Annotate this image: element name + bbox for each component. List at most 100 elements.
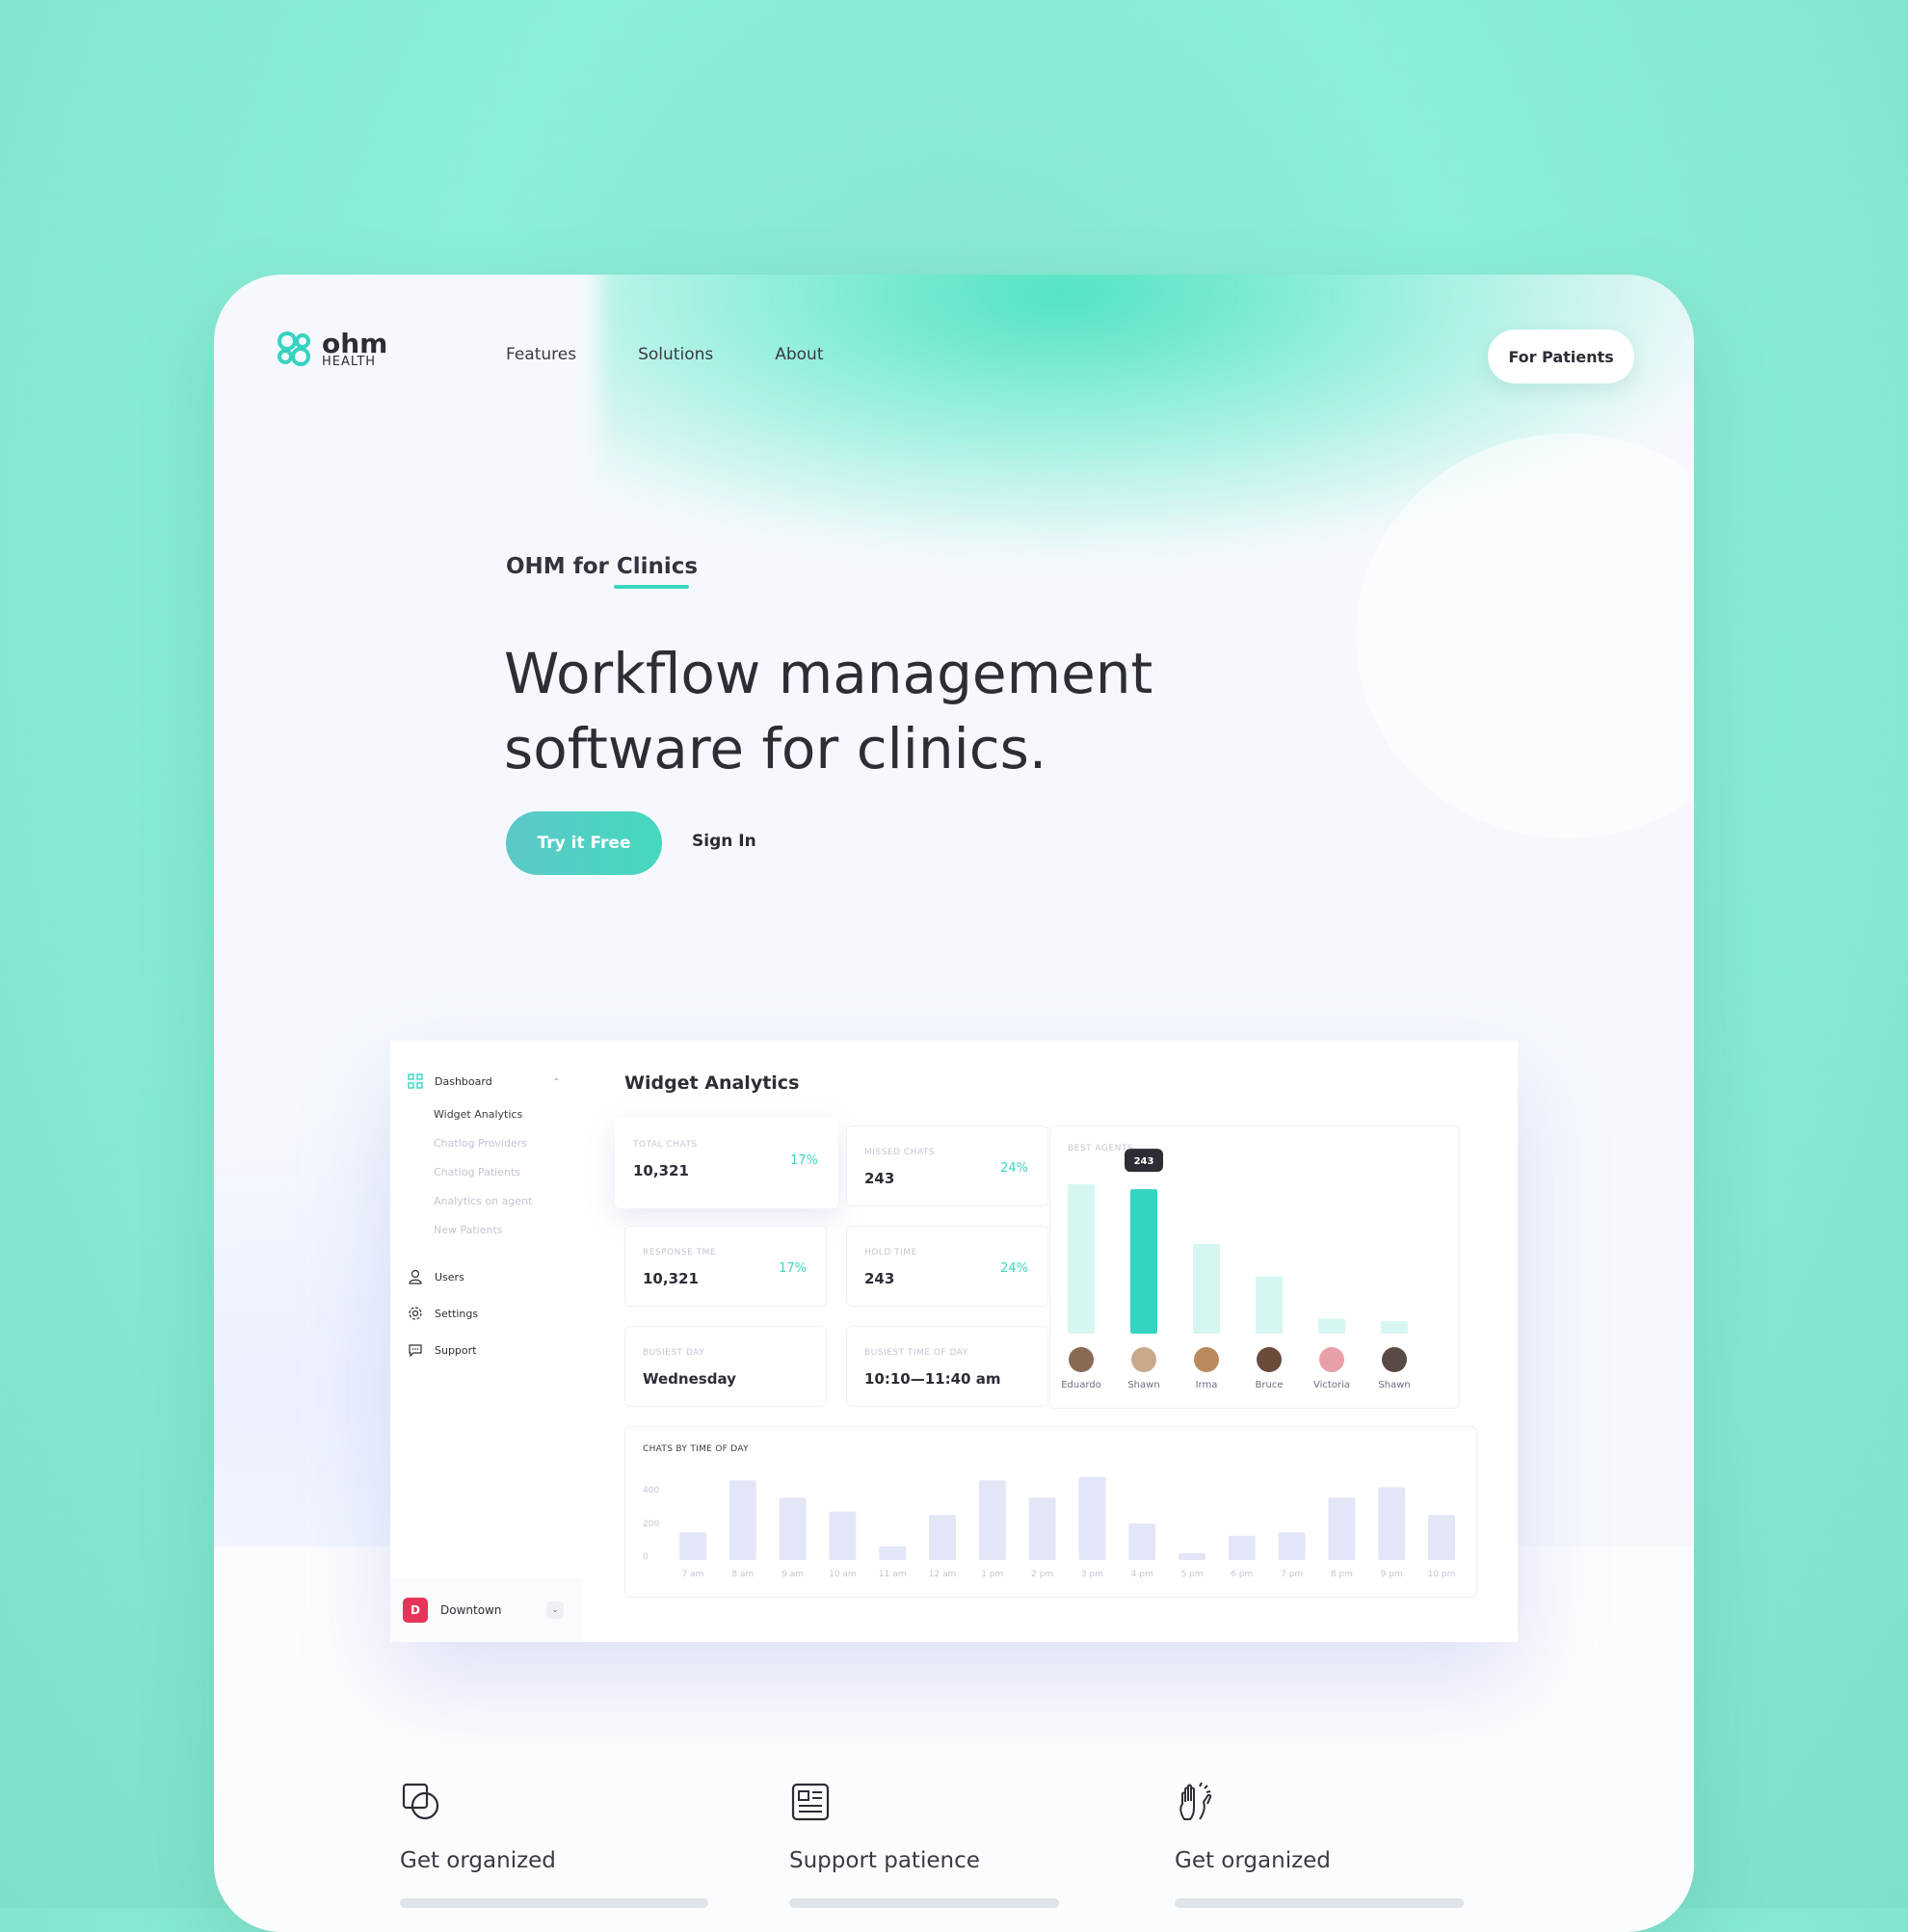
logo-name: ohm xyxy=(322,327,388,359)
sidebar-item-dashboard[interactable]: Dashboard xyxy=(408,1073,492,1089)
time-bar xyxy=(1179,1552,1206,1560)
agent-tooltip-value: 243 xyxy=(1134,1156,1154,1167)
stat-value: Wednesday xyxy=(643,1370,736,1388)
time-bar xyxy=(929,1515,956,1560)
agent-avatar xyxy=(1319,1347,1344,1372)
time-bar xyxy=(1128,1523,1156,1560)
sidebar-sub-widget-analytics[interactable]: Widget Analytics xyxy=(434,1108,522,1121)
agent-bar xyxy=(1381,1321,1408,1334)
sidebar-item-settings[interactable]: Settings xyxy=(408,1306,478,1321)
feature-title: Get organized xyxy=(400,1848,556,1873)
high-five-icon xyxy=(1179,1782,1212,1820)
for-patients-button[interactable]: For Patients xyxy=(1488,330,1634,384)
time-bar xyxy=(879,1546,907,1560)
stat-card-busiest-time[interactable]: BUSIEST TIME OF DAY 10:10—11:40 am xyxy=(846,1326,1048,1407)
stat-card-hold-time[interactable]: HOLD TIME 243 24% xyxy=(846,1226,1048,1307)
agent-name-label: Shawn xyxy=(1378,1380,1410,1390)
feature-title: Support patience xyxy=(789,1848,980,1873)
time-bar xyxy=(978,1480,1006,1560)
stat-card-busiest-day[interactable]: BUSIEST DAY Wednesday xyxy=(624,1326,827,1407)
x-tick-label: 11 am xyxy=(879,1570,907,1579)
sidebar-item-support[interactable]: Support xyxy=(408,1342,476,1358)
agent-avatar xyxy=(1382,1347,1407,1372)
stat-label: BUSIEST DAY xyxy=(643,1348,705,1358)
sidebar-sub-chatlog-patients[interactable]: Chatlog Patients xyxy=(434,1166,520,1178)
stat-value: 10,321 xyxy=(643,1270,699,1287)
stat-label: TOTAL CHATS xyxy=(633,1140,698,1150)
feature-get-organized: Get organized xyxy=(400,1781,708,1908)
agent-avatar xyxy=(1194,1347,1219,1372)
try-it-free-button[interactable]: Try it Free xyxy=(506,811,662,875)
x-tick-label: 10 pm xyxy=(1428,1570,1456,1579)
stat-label: BUSIEST TIME OF DAY xyxy=(864,1348,968,1358)
agent-name-label: Victoria xyxy=(1313,1380,1350,1390)
x-tick-label: 3 pm xyxy=(1081,1570,1103,1579)
x-tick-label: 1 pm xyxy=(981,1570,1003,1579)
nav-about[interactable]: About xyxy=(775,345,823,364)
stat-percent: 17% xyxy=(790,1153,818,1168)
logo[interactable]: ohm HEALTH xyxy=(272,328,387,370)
time-bar xyxy=(1078,1476,1106,1560)
location-switcher[interactable]: D Downtown ⌄ xyxy=(390,1578,583,1642)
stat-label: MISSED CHATS xyxy=(864,1148,936,1157)
agent-bar xyxy=(1318,1318,1345,1334)
sidebar-sub-new-patients[interactable]: New Patients xyxy=(434,1224,503,1236)
best-agents-chart: Eduardo Shawn 243 Irma Bruce Victoria Shawn xyxy=(1061,1149,1411,1390)
time-bar xyxy=(829,1511,857,1560)
sign-in-link[interactable]: Sign In xyxy=(692,832,756,851)
chats-by-time-card: CHATS BY TIME OF DAY 400 200 0 7 am 8 am 9 am… xyxy=(624,1426,1477,1598)
x-tick-label: 9 am xyxy=(782,1570,804,1579)
sidebar-sub-chatlog-providers[interactable]: Chatlog Providers xyxy=(434,1137,527,1150)
x-tick-label: 5 pm xyxy=(1180,1570,1203,1579)
stat-percent: 24% xyxy=(1000,1161,1028,1176)
best-agents-card: BEST AGENTS Eduardo Shawn 243 Irma Bruce Vict… xyxy=(1049,1125,1460,1409)
dashboard-sidebar: Dashboard ⌃ Widget Analytics Chatlog Pro… xyxy=(390,1041,583,1642)
time-bar xyxy=(679,1532,706,1560)
location-badge: D xyxy=(403,1598,428,1623)
time-bar xyxy=(1228,1535,1256,1560)
stat-percent: 17% xyxy=(779,1261,807,1276)
nav-features[interactable]: Features xyxy=(506,345,576,364)
y-tick-label: 200 xyxy=(643,1520,659,1529)
stat-card-response-time[interactable]: RESPONSE TME 10,321 17% xyxy=(624,1226,827,1307)
time-bar xyxy=(1278,1532,1306,1560)
location-label: Downtown xyxy=(440,1603,502,1617)
hero-eyebrow: OHM for Clinics xyxy=(506,554,699,579)
agent-name-label: Shawn xyxy=(1127,1380,1159,1390)
dashboard-title: Widget Analytics xyxy=(624,1072,800,1094)
agent-name-label: Irma xyxy=(1196,1380,1218,1390)
x-tick-label: 12 am xyxy=(929,1570,957,1579)
feature-get-organized-2: Get organized xyxy=(1175,1781,1464,1908)
sidebar-sub-analytics-on-agent[interactable]: Analytics on agent xyxy=(434,1195,532,1207)
feature-description-placeholder xyxy=(1175,1898,1464,1908)
overlapping-squares-icon xyxy=(402,1783,439,1820)
chevron-down-icon[interactable]: ⌄ xyxy=(546,1601,564,1619)
y-tick-label: 0 xyxy=(643,1552,649,1562)
stat-card-total-chats[interactable]: TOTAL CHATS 10,321 17% xyxy=(615,1118,838,1208)
x-tick-label: 6 pm xyxy=(1231,1570,1253,1579)
x-tick-label: 4 pm xyxy=(1131,1570,1153,1579)
agent-name-label: Bruce xyxy=(1256,1380,1284,1390)
stat-percent: 24% xyxy=(1000,1261,1028,1276)
stat-card-missed-chats[interactable]: MISSED CHATS 243 24% xyxy=(846,1125,1048,1206)
headline-line-2: software for clinics. xyxy=(504,716,1047,781)
main-nav: Features Solutions About xyxy=(506,345,886,364)
chat-bubble-icon xyxy=(409,1344,422,1358)
hero-headline: Workflow management software for clinics… xyxy=(504,636,1352,786)
x-tick-label: 9 pm xyxy=(1381,1570,1403,1579)
time-bar xyxy=(1028,1497,1056,1560)
sidebar-item-label: Dashboard xyxy=(435,1074,492,1088)
time-bar xyxy=(1378,1487,1406,1560)
feature-description-placeholder xyxy=(789,1898,1059,1908)
x-tick-label: 8 am xyxy=(731,1570,754,1579)
sidebar-item-label: Support xyxy=(435,1343,477,1357)
stat-value: 243 xyxy=(864,1270,895,1287)
landing-page-card: ohm HEALTH Features Solutions About For … xyxy=(214,275,1694,1932)
nav-solutions[interactable]: Solutions xyxy=(638,345,713,364)
gear-icon xyxy=(409,1307,422,1320)
sidebar-item-users[interactable]: Users xyxy=(408,1269,464,1284)
x-tick-label: 7 am xyxy=(682,1570,704,1579)
feature-title: Get organized xyxy=(1175,1848,1331,1873)
chevron-up-icon[interactable]: ⌃ xyxy=(552,1077,560,1088)
feature-support-patience: Support patience xyxy=(789,1781,1059,1908)
